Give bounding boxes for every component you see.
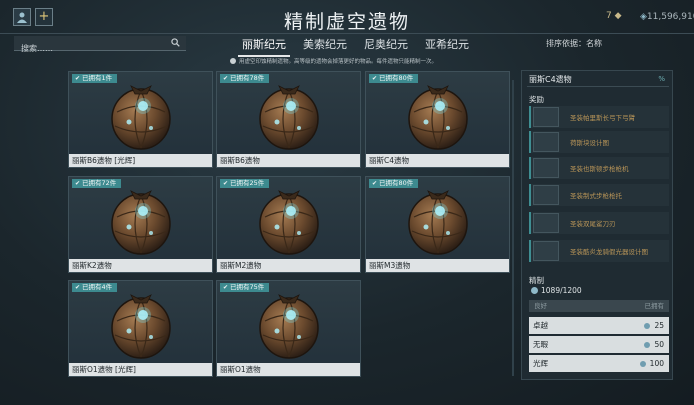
relic-name: 丽斯B6遗物 [光辉] [69,154,212,167]
relic-image [404,187,472,257]
current-refinement-row: 良好 已拥有 [529,300,669,312]
refine-radiant-button[interactable]: 光辉 100 [529,355,669,372]
search-box[interactable] [14,36,186,56]
relic-image [255,82,323,152]
relic-name: 丽斯O1遗物 [217,363,360,376]
reward-name: 圣装帕里斯长弓下弓臂 [570,114,635,122]
check-icon: ✔ [223,75,229,82]
relic-name: 丽斯B6遗物 [217,154,360,167]
platinum-count: 7 ◆ [606,11,622,21]
reward-name: 圣装也斯顿步枪枪机 [570,165,629,173]
check-icon: ✔ [75,180,81,187]
reward-item[interactable]: 圣装双尾鲨刀刃 [529,212,669,234]
relic-card[interactable]: ✔ 已拥有25件 丽斯M2遗物 [216,176,361,273]
reward-thumbnail [533,107,559,127]
relic-name: 丽斯O1遗物 [光辉] [69,363,212,376]
platinum-value: 7 [606,11,612,21]
reward-thumbnail [533,213,559,233]
relic-card[interactable]: ✔ 已拥有80件 丽斯C4遗物 [365,71,510,168]
relic-detail-panel: 丽斯C4遗物 % 奖励 圣装帕里斯长弓下弓臂 荷斯块设计图 圣装也斯顿步枪枪机 … [521,70,673,380]
relic-card[interactable]: ✔ 已拥有4件 丽斯O1遗物 [光辉] [68,280,213,377]
reward-item[interactable]: 圣装帕里斯长弓下弓臂 [529,106,669,128]
notice-label: 用虚空印蚀精制遗物。高等级的遗物会掉落更好的物品。每件遗物只能精制一次。 [239,59,438,65]
refine-heading: 精制 [529,276,544,285]
check-icon: ✔ [75,75,81,82]
void-trace-icon [531,287,538,294]
void-traces-value: 1089/1200 [541,286,582,295]
grid-scrollbar[interactable] [512,80,514,376]
era-tabs: 丽斯纪元 美索纪元 尼奥纪元 亚希纪元 [238,36,473,57]
tab-lith[interactable]: 丽斯纪元 [238,36,290,57]
refinement-cost: 50 [654,340,664,349]
detail-title: 丽斯C4遗物 [529,75,572,84]
platinum-icon: ◆ [614,11,622,21]
reward-item[interactable]: 荷斯块设计图 [529,131,669,153]
reward-name: 荷斯块设计图 [570,139,609,147]
reward-thumbnail [533,185,559,205]
relic-card[interactable]: ✔ 已拥有1件 丽斯B6遗物 [光辉] [68,71,213,168]
relic-name: 丽斯C4遗物 [366,154,509,167]
credits-value: 11,596,910 [646,12,694,22]
info-icon [230,58,236,64]
reward-name: 圣装双尾鲨刀刃 [570,220,616,228]
refinement-cost: 100 [649,359,664,368]
relic-image [107,291,175,361]
header-divider [0,33,694,34]
check-icon: ✔ [372,180,378,187]
relic-image [107,187,175,257]
refinement-name: 光辉 [533,359,548,368]
reward-item[interactable]: 圣装也斯顿步枪枪机 [529,157,669,179]
credits-icon: ◈ [640,12,647,22]
check-icon: ✔ [223,284,229,291]
relic-card[interactable]: ✔ 已拥有75件 丽斯O1遗物 [216,280,361,377]
refinement-name: 卓越 [533,321,548,330]
check-icon: ✔ [75,284,81,291]
relic-image [404,82,472,152]
relic-image [107,82,175,152]
tab-axi[interactable]: 亚希纪元 [421,36,473,57]
relic-card[interactable]: ✔ 已拥有78件 丽斯B6遗物 [216,71,361,168]
check-icon: ✔ [223,180,229,187]
void-trace-icon [639,360,646,367]
reward-item[interactable]: 圣装酷炎龙骑假光器设计图 [529,240,669,262]
reward-item[interactable]: 圣装制式步枪枪托 [529,184,669,206]
reward-thumbnail [533,158,559,178]
search-icon[interactable] [171,38,180,47]
rewards-heading: 奖励 [529,95,544,104]
relic-name: 丽斯K2遗物 [69,259,212,272]
void-traces: 1089/1200 [531,286,582,295]
detail-percent: % [658,75,665,83]
detail-divider [527,86,669,87]
credits-count: ◈11,596,910 [640,12,694,22]
relic-image [255,187,323,257]
reward-name: 圣装酷炎龙骑假光器设计图 [570,248,648,256]
sort-dropdown[interactable]: 排序依据：名称 [546,38,602,49]
relic-card[interactable]: ✔ 已拥有80件 丽斯M3遗物 [365,176,510,273]
refinement-name: 无暇 [533,340,548,349]
search-input[interactable] [14,41,164,56]
page-title: 精制虚空遗物 [283,11,410,33]
reward-name: 圣装制式步枪枪托 [570,192,622,200]
relic-name: 丽斯M2遗物 [217,259,360,272]
tab-meso[interactable]: 美索纪元 [299,36,351,57]
refine-exceptional-button[interactable]: 卓越 25 [529,317,669,334]
relic-image [255,291,323,361]
void-trace-icon [644,341,651,348]
reward-thumbnail [533,241,559,261]
owned-status: 已拥有 [644,302,665,310]
notice-text: 用虚空印蚀精制遗物。高等级的遗物会掉落更好的物品。每件遗物只能精制一次。 [230,57,437,65]
top-bar: + 精制虚空遗物 7 ◆ ◈11,596,910 [0,0,694,34]
void-trace-icon [644,322,651,329]
refinement-cost: 25 [654,321,664,330]
refine-flawless-button[interactable]: 无暇 50 [529,336,669,353]
relic-name: 丽斯M3遗物 [366,259,509,272]
current-refinement-label: 良好 [534,302,547,310]
check-icon: ✔ [372,75,378,82]
relic-card[interactable]: ✔ 已拥有72件 丽斯K2遗物 [68,176,213,273]
reward-thumbnail [533,132,559,152]
tab-neo[interactable]: 尼奥纪元 [360,36,412,57]
